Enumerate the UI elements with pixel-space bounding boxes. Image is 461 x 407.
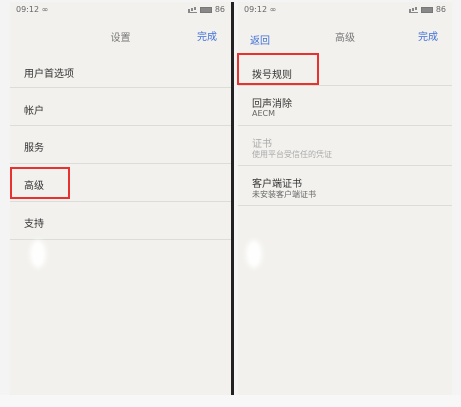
list-item-label: 证书 bbox=[252, 139, 272, 150]
list-item-dialing-rules[interactable]: 拨号规则 bbox=[238, 50, 452, 86]
list-item-label: 客户端证书 bbox=[252, 179, 302, 190]
infinity-icon: ∞ bbox=[41, 5, 49, 14]
battery-level: 86 bbox=[435, 5, 446, 14]
list-item-support[interactable]: 支持 bbox=[10, 202, 231, 240]
bottom-edge bbox=[0, 395, 461, 407]
infinity-icon: ∞ bbox=[269, 5, 277, 14]
list-item-label: 服务 bbox=[24, 143, 44, 154]
list-item-sublabel: 使用平台受信任的凭证 bbox=[252, 150, 332, 159]
list-item-label: 拨号规则 bbox=[252, 70, 292, 81]
light-reflection bbox=[30, 240, 46, 268]
list-item-label: 回声消除 bbox=[252, 99, 292, 110]
status-bar: 09:12 ∞ 86 bbox=[238, 2, 452, 18]
list-item-label: 用户首选项 bbox=[24, 69, 74, 80]
clock: 09:12 bbox=[16, 5, 40, 14]
advanced-screen: 09:12 ∞ 86 返回 高级 完成 拨号规则 回声消除 AECM 证书 使用… bbox=[238, 2, 452, 395]
clock: 09:12 bbox=[244, 5, 268, 14]
nav-bar: 返回 高级 完成 bbox=[238, 22, 452, 48]
status-bar: 09:12 ∞ 86 bbox=[10, 2, 231, 18]
list-item-echo-cancellation[interactable]: 回声消除 AECM bbox=[238, 86, 452, 126]
advanced-list: 拨号规则 回声消除 AECM 证书 使用平台受信任的凭证 客户端证书 未安装客户… bbox=[238, 50, 452, 206]
settings-screen: 09:12 ∞ 86 设置 完成 用户首选项 帐户 服务 高级 支持 bbox=[10, 2, 234, 395]
battery-icon bbox=[420, 6, 433, 13]
list-item-user-preferences[interactable]: 用户首选项 bbox=[10, 50, 231, 88]
list-item-label: 帐户 bbox=[24, 106, 44, 117]
done-button[interactable]: 完成 bbox=[197, 28, 217, 43]
list-item-label: 支持 bbox=[24, 219, 44, 230]
list-item-label: 高级 bbox=[24, 181, 44, 192]
list-item-account[interactable]: 帐户 bbox=[10, 88, 231, 126]
battery-icon bbox=[199, 6, 212, 13]
nav-bar: 设置 完成 bbox=[10, 22, 231, 48]
list-item-certificate[interactable]: 证书 使用平台受信任的凭证 bbox=[238, 126, 452, 166]
list-item-sublabel: AECM bbox=[252, 109, 276, 118]
signal-icon bbox=[187, 7, 197, 13]
list-item-services[interactable]: 服务 bbox=[10, 126, 231, 164]
light-reflection bbox=[246, 240, 262, 268]
list-item-sublabel: 未安装客户端证书 bbox=[252, 190, 316, 199]
battery-level: 86 bbox=[214, 5, 225, 14]
list-item-client-certificate[interactable]: 客户端证书 未安装客户端证书 bbox=[238, 166, 452, 206]
signal-icon bbox=[408, 7, 418, 13]
settings-list: 用户首选项 帐户 服务 高级 支持 bbox=[10, 50, 231, 240]
done-button[interactable]: 完成 bbox=[418, 28, 438, 43]
list-item-advanced[interactable]: 高级 bbox=[10, 164, 231, 202]
